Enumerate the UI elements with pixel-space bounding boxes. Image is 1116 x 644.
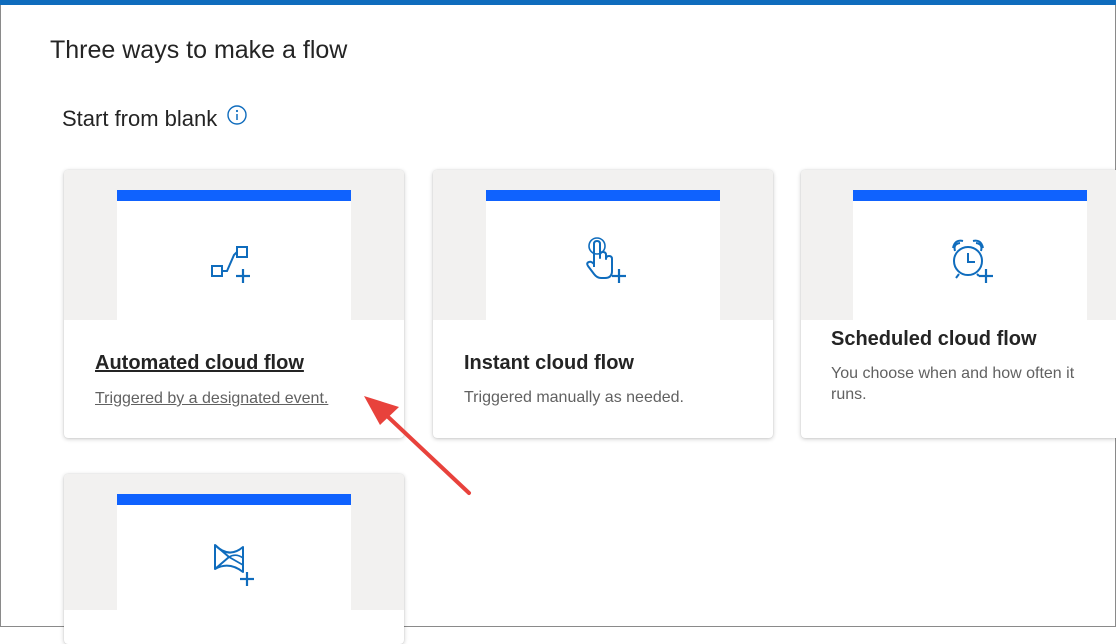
- card-thumbnail-sheet: [117, 190, 351, 320]
- alarm-clock-icon: [952, 239, 993, 283]
- scheduled-cloud-flow-card[interactable]: Scheduled cloud flow You choose when and…: [801, 170, 1116, 438]
- card-title: Automated cloud flow: [95, 352, 304, 374]
- card-thumbnail: [433, 170, 773, 320]
- card-thumbnail: [64, 170, 404, 320]
- card-description: Triggered by a designated event.: [95, 390, 329, 407]
- card-description: You choose when and how often it runs.: [831, 365, 1075, 403]
- card-thumbnail: [801, 170, 1116, 320]
- card-title: Scheduled cloud flow: [831, 328, 1037, 350]
- touch-flow-icon: [586, 237, 626, 283]
- card-thumbnail-sheet: [486, 190, 720, 320]
- card-thumbnail: [64, 474, 404, 610]
- desktop-flow-card[interactable]: [64, 474, 404, 644]
- card-description: Triggered manually as needed.: [464, 389, 684, 406]
- top-accent-bar: [0, 0, 1116, 5]
- card-title: Instant cloud flow: [464, 352, 634, 374]
- card-thumbnail-sheet: [853, 190, 1087, 320]
- page-title: Three ways to make a flow: [50, 36, 348, 64]
- card-thumbnail-sheet: [117, 494, 351, 610]
- automated-cloud-flow-card[interactable]: Automated cloud flow Triggered by a desi…: [64, 170, 404, 438]
- instant-cloud-flow-card[interactable]: Instant cloud flow Triggered manually as…: [433, 170, 773, 438]
- section-header: Start from blank: [62, 105, 247, 132]
- desktop-flow-icon: [214, 544, 254, 586]
- info-icon[interactable]: [227, 105, 247, 125]
- automated-flow-icon: [211, 246, 250, 283]
- section-title: Start from blank: [62, 106, 218, 131]
